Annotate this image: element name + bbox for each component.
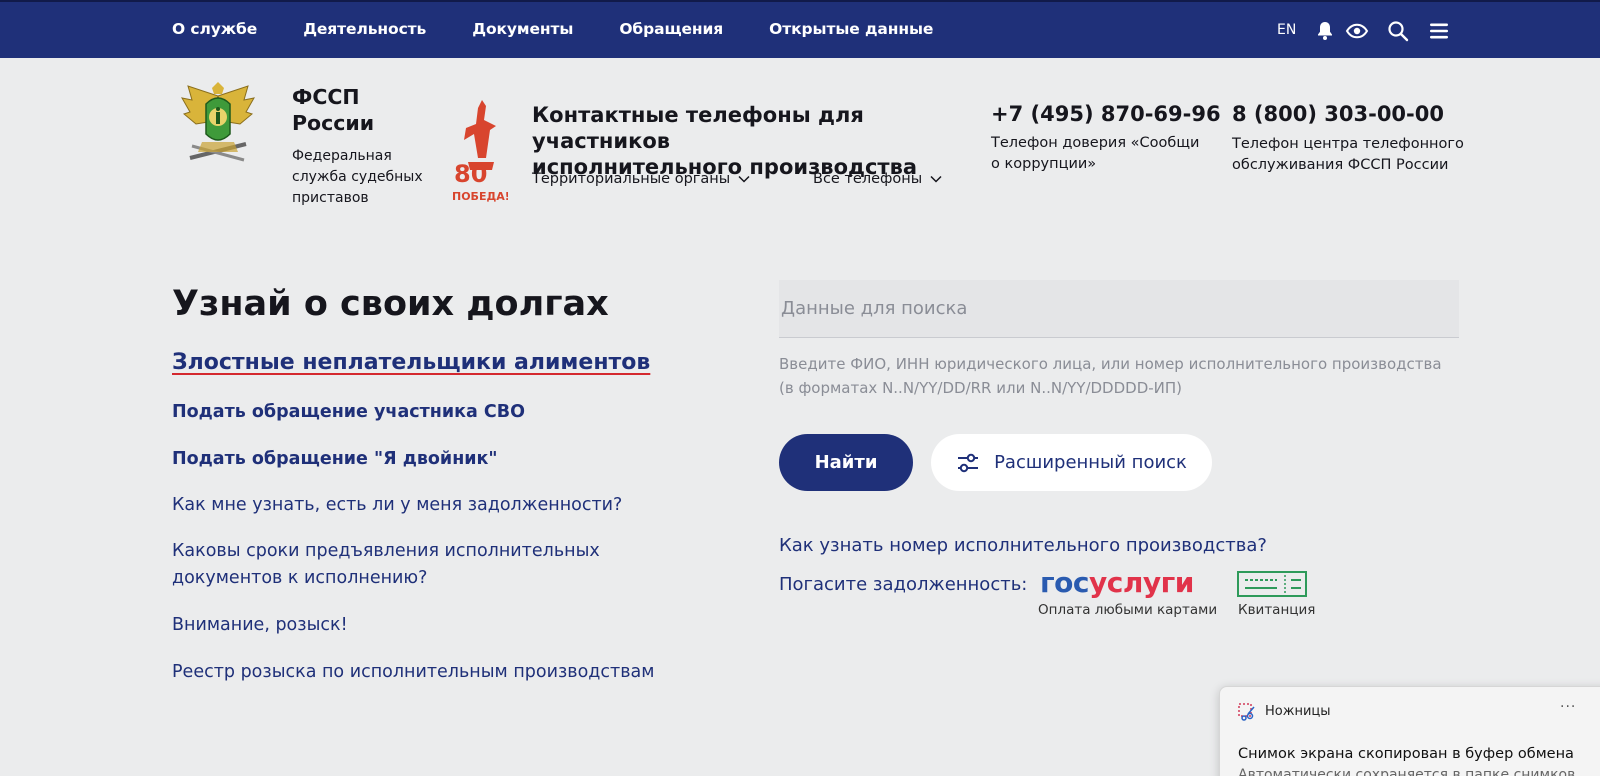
- bell-icon[interactable]: [1313, 19, 1337, 43]
- top-navigation-bar: О службе Деятельность Документы Обращени…: [0, 0, 1600, 58]
- chevron-down-icon: [930, 175, 942, 183]
- link-deadlines-line: Каковы сроки предъявления исполнительных: [172, 541, 600, 561]
- contacts-title: Контактные телефоны для участников испол…: [532, 102, 982, 180]
- gosuslugi-logo[interactable]: госуслуги: [1040, 566, 1194, 599]
- phone-call-center[interactable]: 8 (800) 303-00-00: [1232, 102, 1444, 126]
- search-input[interactable]: [779, 280, 1459, 337]
- toast-subtext: Автоматически сохраняется в папке снимко…: [1238, 767, 1576, 776]
- phone-desc-line: Телефон центра телефонного: [1232, 136, 1464, 152]
- more-options-icon[interactable]: ···: [1560, 699, 1576, 715]
- fssp-emblem-logo[interactable]: [180, 82, 256, 166]
- receipt-caption[interactable]: Квитанция: [1238, 602, 1315, 618]
- link-wanted-registry[interactable]: Реестр розыска по исполнительным произво…: [172, 659, 654, 686]
- phone-desc-line: о коррупции»: [991, 156, 1097, 172]
- top-utilities: EN: [0, 19, 1600, 43]
- org-description-line: служба судебных: [292, 169, 423, 185]
- phone-call-center-desc: Телефон центра телефонного обслуживания …: [1232, 134, 1472, 176]
- toast-message: Снимок экрана скопирован в буфер обмена: [1238, 746, 1574, 762]
- org-name-line: России: [292, 111, 375, 135]
- receipt-icon[interactable]: [1237, 571, 1307, 597]
- link-wanted[interactable]: Внимание, розыск!: [172, 612, 348, 639]
- advanced-search-button[interactable]: Расширенный поиск: [931, 434, 1212, 491]
- phone-trust-line[interactable]: +7 (495) 870-69-96: [991, 102, 1221, 126]
- link-deadlines[interactable]: Каковы сроки предъявления исполнительных…: [172, 538, 600, 592]
- badge-number: 80: [454, 160, 487, 188]
- org-name-line: ФССП: [292, 85, 360, 109]
- menu-icon[interactable]: [1427, 19, 1451, 43]
- scissors-icon: [1238, 703, 1255, 721]
- link-deadlines-line: документов к исполнению?: [172, 568, 428, 588]
- search-icon[interactable]: [1386, 19, 1410, 43]
- search-hint: Введите ФИО, ИНН юридического лица, или …: [779, 352, 1459, 400]
- phone-trust-line-desc: Телефон доверия «Сообщи о коррупции»: [991, 133, 1201, 175]
- howto-link[interactable]: Как узнать номер исполнительного произво…: [779, 535, 1267, 556]
- search-field-wrapper: [779, 280, 1459, 338]
- territorial-dropdown[interactable]: Территориальные органы: [532, 171, 750, 187]
- eye-icon[interactable]: [1345, 19, 1369, 43]
- language-switch[interactable]: EN: [1277, 22, 1296, 38]
- pay-label: Погасите задолженность:: [779, 574, 1028, 595]
- toast-app-name: Ножницы: [1265, 704, 1331, 719]
- org-description-line: приставов: [292, 190, 369, 206]
- contacts-title-line: Контактные телефоны для участников: [532, 103, 864, 153]
- find-button[interactable]: Найти: [779, 434, 913, 491]
- search-hint-line: Введите ФИО, ИНН юридического лица, или …: [779, 355, 1442, 373]
- link-alimony-debtors[interactable]: Злостные неплательщики алиментов: [172, 350, 650, 375]
- phone-desc-line: обслуживания ФССП России: [1232, 157, 1449, 173]
- phone-desc-line: Телефон доверия «Сообщи: [991, 135, 1200, 151]
- all-phones-dropdown-label: Все телефоны: [813, 171, 923, 187]
- link-double-appeal[interactable]: Подать обращение "Я двойник": [172, 446, 498, 473]
- gosuslugi-caption[interactable]: Оплата любыми картами: [1038, 602, 1217, 618]
- sliders-icon: [958, 453, 979, 472]
- territorial-dropdown-label: Территориальные органы: [532, 171, 731, 187]
- badge-text: ПОБЕДА!: [452, 190, 508, 203]
- search-hint-line: (в форматах N..N/YY/DD/RR или N..N/YY/DD…: [779, 379, 1183, 397]
- link-check-debts[interactable]: Как мне узнать, есть ли у меня задолженн…: [172, 492, 622, 519]
- gosuslugi-logo-part: гос: [1040, 566, 1089, 599]
- victory-80-badge[interactable]: 80 ПОБЕДА!: [452, 96, 508, 206]
- org-name: ФССП России: [292, 84, 374, 136]
- org-description: Федеральная служба судебных приставов: [292, 146, 442, 209]
- chevron-down-icon: [738, 175, 750, 183]
- org-description-line: Федеральная: [292, 148, 392, 164]
- snipping-toast-notification[interactable]: Ножницы ··· Снимок экрана скопирован в б…: [1219, 686, 1600, 776]
- advanced-search-label: Расширенный поиск: [994, 452, 1187, 473]
- gosuslugi-logo-part: услуги: [1088, 566, 1194, 599]
- link-svo-appeal[interactable]: Подать обращение участника СВО: [172, 399, 525, 426]
- all-phones-dropdown[interactable]: Все телефоны: [813, 171, 942, 187]
- page-title: Узнай о своих долгах: [172, 284, 609, 324]
